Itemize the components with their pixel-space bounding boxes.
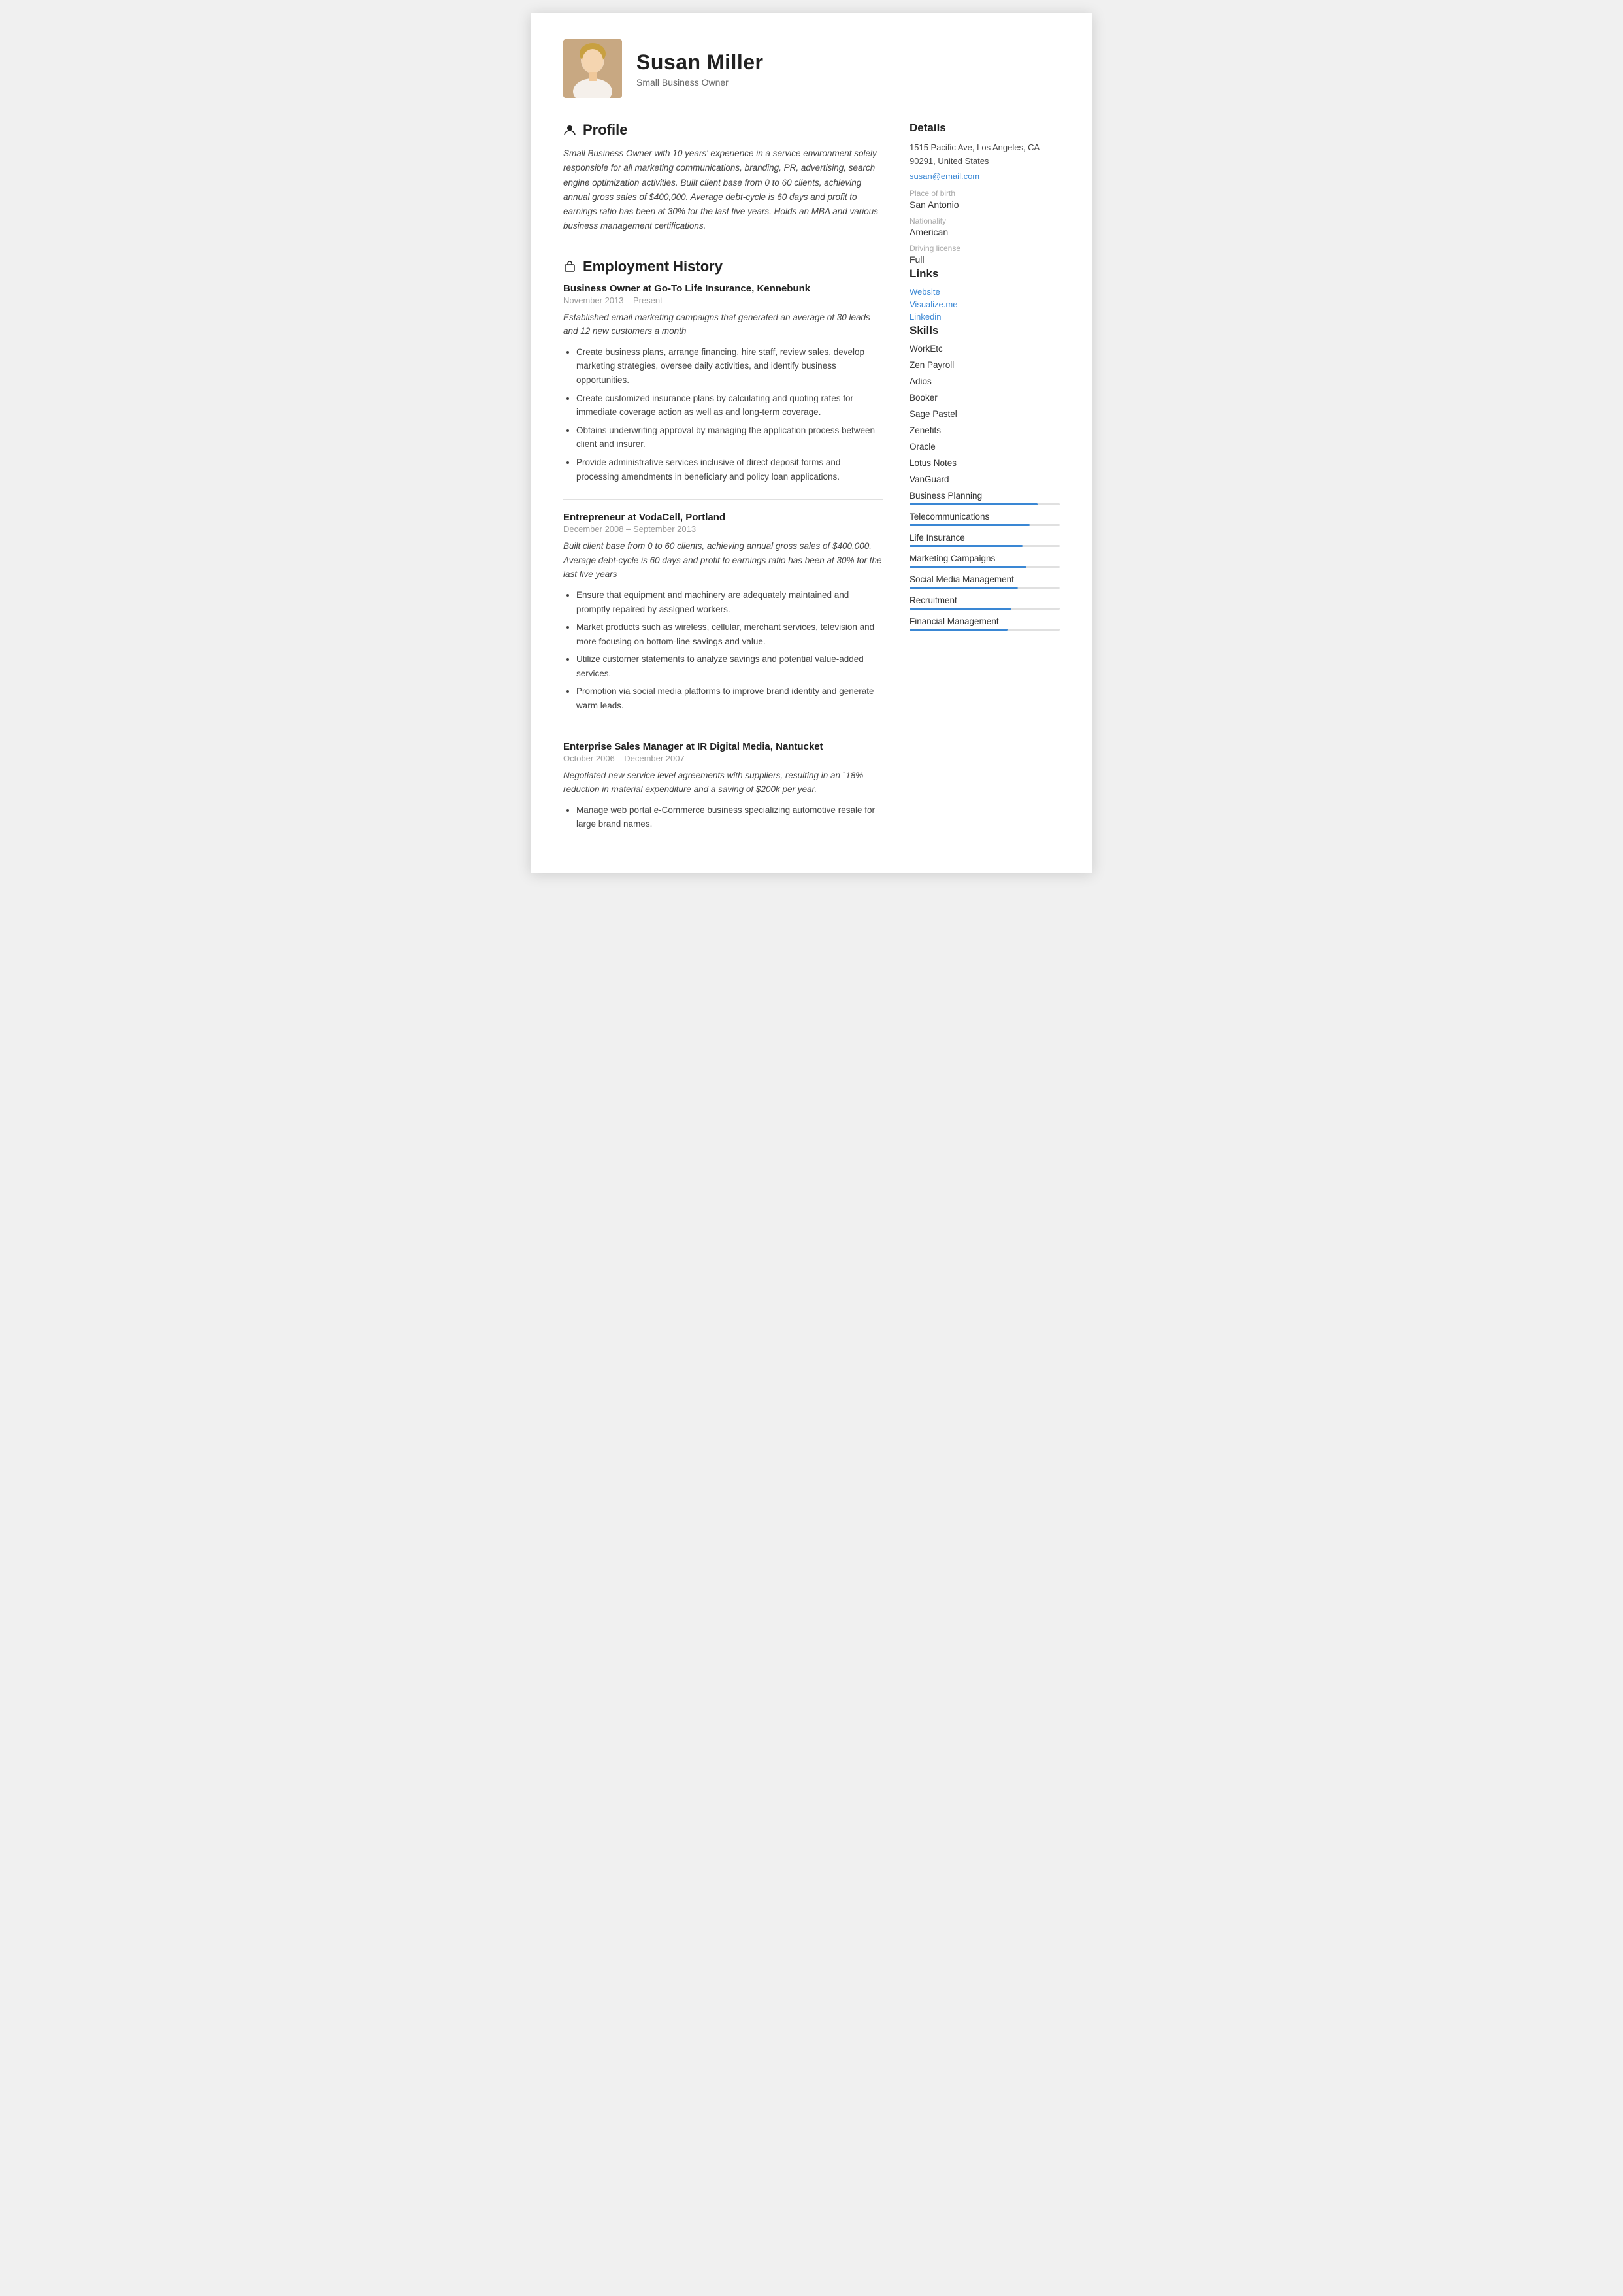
employment-section: Employment History Business Owner at Go-… [563,258,883,831]
list-item: Create customized insurance plans by cal… [576,391,883,420]
links-section: Links Website Visualize.me Linkedin [910,267,1060,322]
skill-bar-fill [910,503,1038,505]
skill-bar-bg [910,587,1060,589]
skills-section-title: Skills [910,324,1060,337]
skill-lotusNotes: Lotus Notes [910,458,1060,468]
job-title-3: Enterprise Sales Manager at IR Digital M… [563,741,883,752]
skills-section: Skills WorkEtc Zen Payroll Adios Booker … [910,324,1060,631]
job-entry-1: Business Owner at Go-To Life Insurance, … [563,283,883,484]
skill-financialManagement: Financial Management [910,616,1060,631]
skill-socialMediaManagement: Social Media Management [910,574,1060,589]
skill-sagePastel: Sage Pastel [910,409,1060,419]
skill-bar-bg [910,608,1060,610]
job-title-1: Business Owner at Go-To Life Insurance, … [563,283,883,294]
job-summary-2: Built client base from 0 to 60 clients, … [563,539,883,582]
left-column: Profile Small Business Owner with 10 yea… [563,122,883,847]
job-summary-3: Negotiated new service level agreements … [563,769,883,797]
detail-email: susan@email.com [910,171,1060,181]
detail-address: 1515 Pacific Ave, Los Angeles, CA 90291,… [910,141,1060,169]
job-summary-1: Established email marketing campaigns th… [563,310,883,339]
employment-icon [563,260,576,273]
link-website[interactable]: Website [910,287,1060,297]
skill-bar-bg [910,503,1060,505]
job-dates-3: October 2006 – December 2007 [563,754,883,763]
profile-section-title: Profile [563,122,883,139]
list-item: Manage web portal e-Commerce business sp… [576,803,883,831]
skill-zenPayroll: Zen Payroll [910,360,1060,370]
skill-oracle: Oracle [910,442,1060,452]
skill-marketingCampaigns: Marketing Campaigns [910,554,1060,568]
profile-section: Profile Small Business Owner with 10 yea… [563,122,883,234]
job-dates-2: December 2008 – September 2013 [563,524,883,534]
driving-license-label: Driving license [910,244,1060,253]
employment-section-title: Employment History [563,258,883,275]
nationality-label: Nationality [910,216,1060,225]
full-name: Susan Miller [636,50,764,75]
place-of-birth-label: Place of birth [910,189,1060,198]
driving-license-value: Full [910,254,1060,265]
skill-bar-bg [910,524,1060,526]
main-layout: Profile Small Business Owner with 10 yea… [563,122,1060,847]
details-section-title: Details [910,122,1060,135]
list-item: Ensure that equipment and machinery are … [576,588,883,616]
divider-2 [563,499,883,500]
skill-bar-fill [910,608,1011,610]
avatar [563,39,622,98]
skill-telecommunications: Telecommunications [910,512,1060,526]
job-bullets-2: Ensure that equipment and machinery are … [563,588,883,713]
list-item: Market products such as wireless, cellul… [576,620,883,648]
list-item: Promotion via social media platforms to … [576,684,883,712]
skill-bar-fill [910,545,1023,547]
details-section: Details 1515 Pacific Ave, Los Angeles, C… [910,122,1060,265]
skill-adios: Adios [910,376,1060,386]
list-item: Provide administrative services inclusiv… [576,456,883,484]
skill-bar-bg [910,629,1060,631]
skill-businessPlanning: Business Planning [910,491,1060,505]
header-info: Susan Miller Small Business Owner [636,50,764,88]
skill-bar-bg [910,545,1060,547]
skill-recruitment: Recruitment [910,595,1060,610]
skill-workEtc: WorkEtc [910,344,1060,354]
header: Susan Miller Small Business Owner [563,39,1060,98]
resume: Susan Miller Small Business Owner Profil… [531,13,1092,873]
job-title: Small Business Owner [636,77,764,88]
skill-bar-fill [910,587,1018,589]
job-title-2: Entrepreneur at VodaCell, Portland [563,512,883,523]
right-column: Details 1515 Pacific Ave, Los Angeles, C… [910,122,1060,847]
link-linkedin[interactable]: Linkedin [910,312,1060,322]
list-item: Create business plans, arrange financing… [576,345,883,388]
job-entry-2: Entrepreneur at VodaCell, Portland Decem… [563,512,883,713]
profile-icon [563,124,576,137]
skill-vanGuard: VanGuard [910,474,1060,484]
job-bullets-1: Create business plans, arrange financing… [563,345,883,484]
nationality-value: American [910,227,1060,237]
place-of-birth-value: San Antonio [910,199,1060,210]
job-bullets-3: Manage web portal e-Commerce business sp… [563,803,883,831]
list-item: Utilize customer statements to analyze s… [576,652,883,680]
skill-bar-fill [910,566,1026,568]
list-item: Obtains underwriting approval by managin… [576,424,883,452]
skill-booker: Booker [910,393,1060,403]
skill-bar-bg [910,566,1060,568]
skill-bar-fill [910,524,1030,526]
job-entry-3: Enterprise Sales Manager at IR Digital M… [563,741,883,831]
link-visualize[interactable]: Visualize.me [910,299,1060,309]
skill-zenefits: Zenefits [910,425,1060,435]
skill-bar-fill [910,629,1008,631]
job-dates-1: November 2013 – Present [563,295,883,305]
profile-text: Small Business Owner with 10 years' expe… [563,146,883,234]
links-section-title: Links [910,267,1060,280]
skill-lifeInsurance: Life Insurance [910,533,1060,547]
